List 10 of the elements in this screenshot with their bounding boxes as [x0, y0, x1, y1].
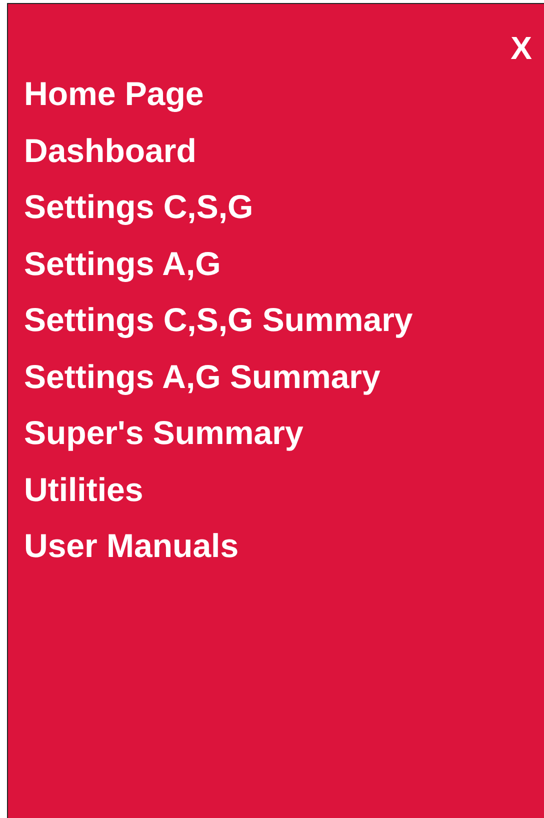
menu-item[interactable]: Super's Summary — [24, 405, 304, 462]
menu-item[interactable]: Dashboard — [24, 122, 196, 179]
menu-item[interactable]: Home Page — [24, 66, 204, 122]
menu-item[interactable]: Settings A,G — [24, 236, 221, 292]
menu-item[interactable]: User Manuals — [24, 518, 239, 574]
close-button[interactable]: X — [510, 30, 532, 66]
menu-item[interactable]: Utilities — [24, 462, 144, 518]
menu-item[interactable]: Settings C,S,G — [24, 179, 254, 236]
menu-item[interactable]: Settings A,G Summary — [24, 348, 380, 405]
menu-item[interactable]: Settings C,S,G Summary — [24, 292, 413, 348]
